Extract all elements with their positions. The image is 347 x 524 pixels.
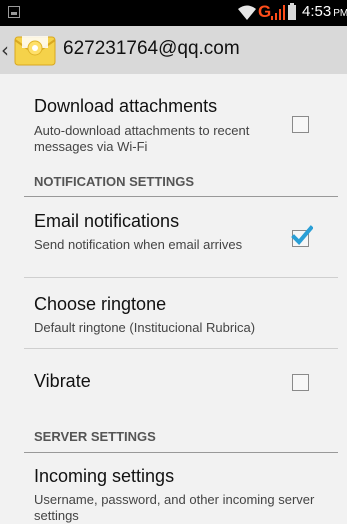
app-bar: ‹ 627231764@qq.com bbox=[0, 26, 347, 74]
back-chevron-icon[interactable]: ‹ bbox=[1, 36, 9, 64]
download-attachments-title: Download attachments bbox=[34, 96, 218, 116]
email-notifications-row[interactable]: Email notifications Send notification wh… bbox=[0, 198, 347, 278]
notification-settings-label: NOTIFICATION SETTINGS bbox=[34, 174, 195, 189]
vibrate-row[interactable]: Vibrate bbox=[0, 349, 347, 414]
choose-ringtone-title: Choose ringtone bbox=[34, 294, 167, 314]
mail-icon[interactable] bbox=[14, 34, 56, 70]
clock-ampm: PM bbox=[333, 8, 347, 19]
email-notifications-title: Email notifications bbox=[34, 211, 180, 231]
email-notifications-summary: Send notification when email arrives bbox=[34, 237, 243, 252]
signal-icon bbox=[271, 5, 285, 24]
vibrate-checkbox[interactable] bbox=[292, 374, 309, 391]
choose-ringtone-row[interactable]: Choose ringtone Default ringtone (Instit… bbox=[0, 279, 347, 349]
vibrate-title: Vibrate bbox=[34, 371, 91, 391]
notification-settings-header: NOTIFICATION SETTINGS bbox=[0, 166, 347, 198]
incoming-settings-title: Incoming settings bbox=[34, 466, 175, 486]
battery-icon bbox=[288, 3, 296, 20]
choose-ringtone-summary: Default ringtone (Institucional Rubrica) bbox=[34, 320, 256, 335]
server-settings-header: SERVER SETTINGS bbox=[0, 414, 347, 454]
wifi-icon bbox=[238, 5, 256, 24]
download-attachments-checkbox[interactable] bbox=[292, 116, 309, 133]
server-settings-label: SERVER SETTINGS bbox=[34, 429, 156, 444]
network-type-label: G bbox=[258, 2, 272, 21]
download-attachments-summary: Auto-download attachments to recent mess… bbox=[34, 123, 250, 154]
account-email-title: 627231764@qq.com bbox=[63, 38, 240, 59]
email-notifications-checkbox[interactable] bbox=[291, 225, 313, 247]
download-attachments-row[interactable]: Download attachments Auto-download attac… bbox=[0, 74, 347, 166]
notification-icon bbox=[8, 6, 20, 18]
incoming-settings-row[interactable]: Incoming settings Username, password, an… bbox=[0, 454, 347, 524]
section-divider bbox=[24, 452, 338, 453]
clock-time: 4:53 bbox=[302, 3, 332, 20]
incoming-settings-summary: Username, password, and other incoming s… bbox=[34, 492, 315, 523]
checkmark-icon bbox=[291, 225, 313, 245]
clock: 4:53 PM bbox=[302, 3, 347, 20]
status-bar: G 4:53 PM bbox=[0, 0, 347, 26]
row-divider bbox=[24, 277, 338, 278]
section-divider bbox=[24, 196, 338, 197]
